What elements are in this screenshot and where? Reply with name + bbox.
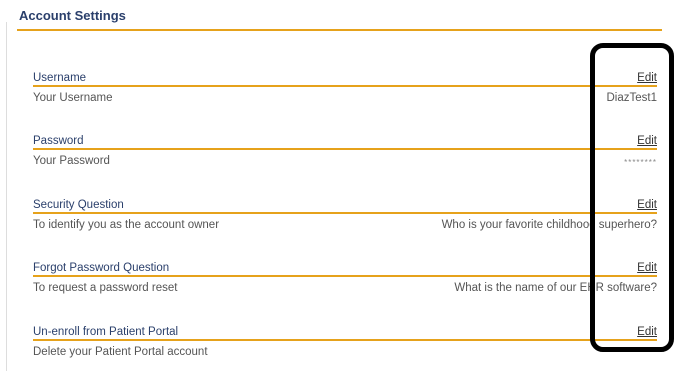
- section-header: Password Edit: [33, 131, 657, 150]
- section-row: Delete your Patient Portal account: [33, 341, 657, 363]
- section-password: Password Edit Your Password ********: [33, 131, 657, 172]
- row-description: Delete your Patient Portal account: [33, 346, 208, 358]
- section-header: Forgot Password Question Edit: [33, 258, 657, 277]
- row-description: Your Username: [33, 92, 113, 104]
- row-description: Your Password: [33, 155, 110, 167]
- row-description: To identify you as the account owner: [33, 219, 220, 231]
- row-description: To request a password reset: [33, 282, 178, 294]
- section-security-question: Security Question Edit To identify you a…: [33, 195, 657, 236]
- section-unenroll: Un-enroll from Patient Portal Edit Delet…: [33, 322, 657, 363]
- section-label: Password: [33, 135, 84, 147]
- section-row: To request a password reset What is the …: [33, 277, 657, 299]
- section-label: Username: [33, 72, 87, 84]
- section-row: To identify you as the account owner Who…: [33, 214, 657, 236]
- section-label: Forgot Password Question: [33, 262, 170, 274]
- section-header: Security Question Edit: [33, 195, 657, 214]
- section-label: Un-enroll from Patient Portal: [33, 326, 179, 338]
- section-forgot-password-question: Forgot Password Question Edit To request…: [33, 258, 657, 299]
- section-label: Security Question: [33, 199, 124, 211]
- left-border: [6, 22, 7, 371]
- section-header: Username Edit: [33, 68, 657, 87]
- section-row: Your Username DiazTest1: [33, 87, 657, 109]
- edit-column-highlight: [590, 43, 674, 352]
- page-title: Account Settings: [19, 8, 126, 23]
- title-divider: [17, 29, 662, 31]
- section-username: Username Edit Your Username DiazTest1: [33, 68, 657, 109]
- section-header: Un-enroll from Patient Portal Edit: [33, 322, 657, 341]
- section-row: Your Password ********: [33, 150, 657, 172]
